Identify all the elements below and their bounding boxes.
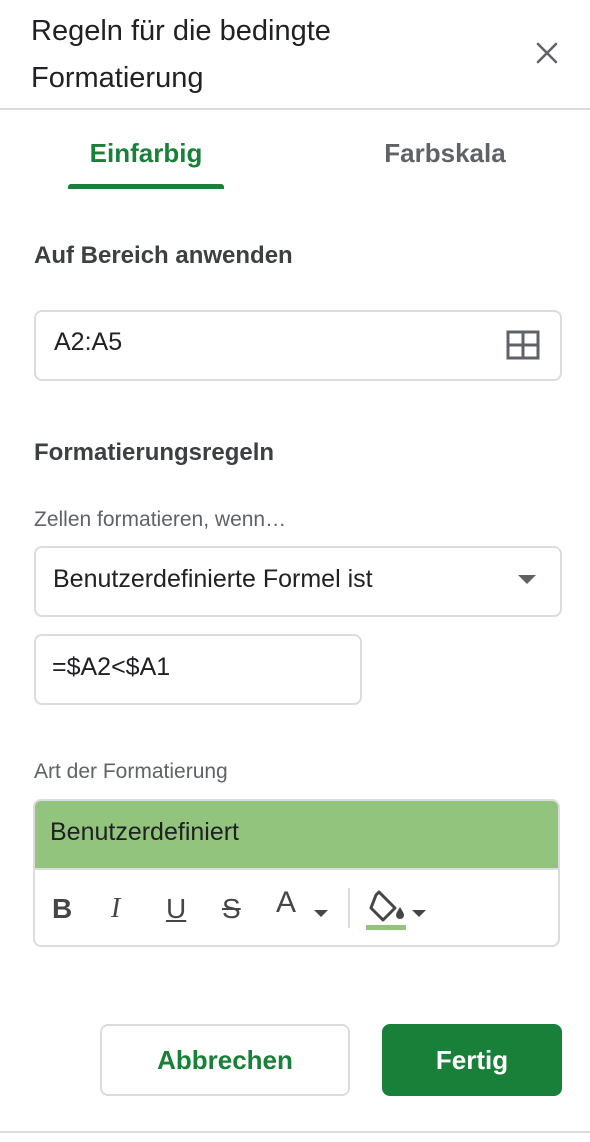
condition-value: Benutzerdefinierte Formel ist [53,565,373,593]
tab-einfarbig[interactable]: Einfarbig [68,138,224,178]
range-section-label: Auf Bereich anwenden [34,242,293,269]
cancel-button[interactable]: Abbrechen [100,1024,350,1096]
text-color-caret-icon [314,910,328,917]
dialog-title: Regeln für die bedingte Formatierung [31,15,331,94]
tab-farbskala[interactable]: Farbskala [350,138,540,178]
formula-value: =$A2<$A1 [52,653,171,681]
italic-button[interactable]: I [111,893,120,925]
underline-button[interactable]: U [166,893,186,925]
fill-color-caret-icon [412,910,426,917]
active-tab-indicator [68,184,224,189]
grid-select-icon[interactable] [506,330,540,360]
dropdown-caret-icon [518,575,536,584]
text-color-button[interactable]: A [276,886,296,920]
format-style-label: Art der Formatierung [34,760,228,783]
strikethrough-button[interactable]: S [222,893,241,925]
format-preview-text: Benutzerdefiniert [50,818,240,846]
done-button[interactable]: Fertig [382,1024,562,1096]
footer-divider [0,1131,590,1133]
format-toolbar-divider [35,868,558,870]
fill-color-button[interactable] [366,889,410,933]
header-divider [0,108,590,110]
close-icon[interactable] [530,36,564,70]
fill-color-swatch [366,925,406,930]
toolbar-separator [348,888,350,928]
rules-section-label: Formatierungsregeln [34,439,275,466]
bold-button[interactable]: B [52,893,72,925]
condition-label: Zellen formatieren, wenn… [34,508,287,531]
range-value: A2:A5 [54,328,123,356]
